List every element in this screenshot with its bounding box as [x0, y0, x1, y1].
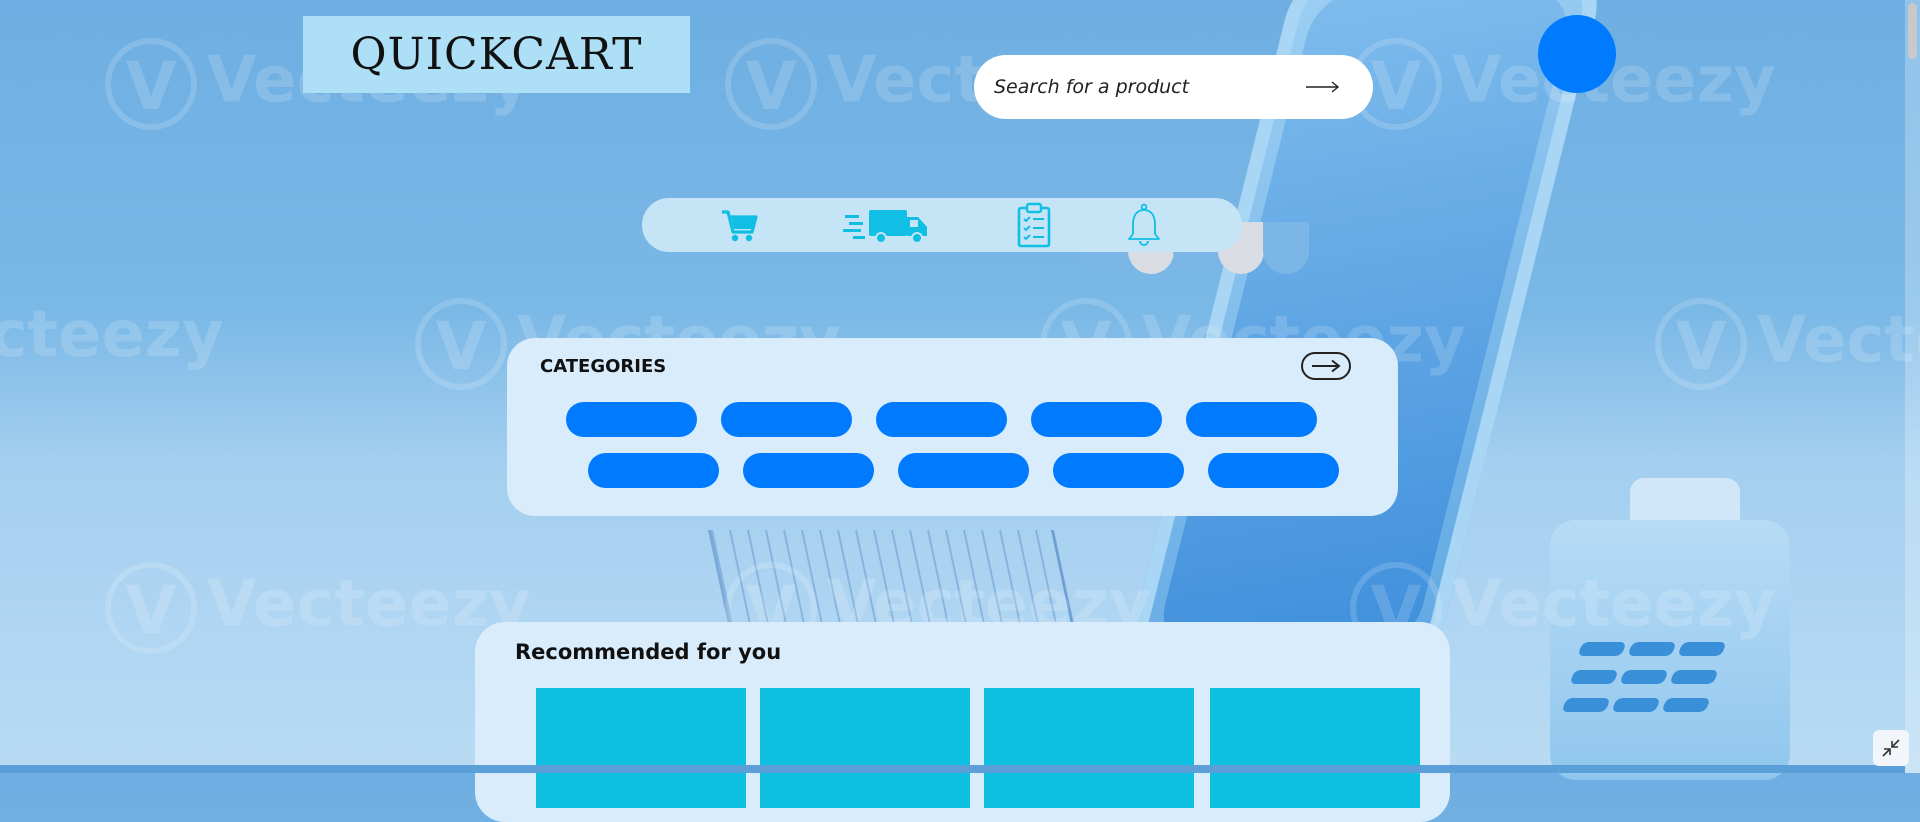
- search-submit-button[interactable]: [1293, 67, 1353, 107]
- recommended-title: Recommended for you: [515, 640, 782, 664]
- categories-panel: CATEGORIES: [507, 338, 1398, 516]
- arrow-right-icon: [1306, 81, 1340, 93]
- categories-more-button[interactable]: [1301, 352, 1351, 380]
- awning-decoration: [1263, 222, 1309, 274]
- delivery-button[interactable]: [842, 198, 930, 252]
- category-pill[interactable]: [876, 402, 1007, 437]
- scrollbar-thumb[interactable]: [1908, 3, 1917, 59]
- watermark: VVecteezy: [1655, 298, 1920, 390]
- delivery-truck-icon: [843, 210, 927, 244]
- collapse-button[interactable]: [1873, 730, 1909, 766]
- bell-icon: [1128, 203, 1160, 246]
- quick-nav-bar: [642, 198, 1242, 252]
- category-pill[interactable]: [1208, 453, 1339, 488]
- orders-button[interactable]: [1014, 198, 1054, 252]
- logo[interactable]: QUICKCART: [303, 16, 690, 93]
- category-pill[interactable]: [566, 402, 697, 437]
- vertical-scrollbar[interactable]: [1905, 0, 1920, 773]
- category-pill[interactable]: [743, 453, 874, 488]
- cash-register-illustration: [1550, 520, 1790, 780]
- watermark: Vecteezy: [0, 298, 224, 372]
- category-pill[interactable]: [721, 402, 852, 437]
- product-card[interactable]: [984, 688, 1194, 808]
- notifications-button[interactable]: [1124, 198, 1164, 252]
- logo-text: QUICKCART: [350, 29, 643, 80]
- category-pill[interactable]: [1053, 453, 1184, 488]
- categories-title: CATEGORIES: [540, 356, 667, 377]
- avatar[interactable]: [1538, 15, 1616, 93]
- receipt-illustration: [1630, 478, 1740, 558]
- category-pill[interactable]: [1186, 402, 1317, 437]
- cart-button[interactable]: [716, 198, 762, 252]
- product-card[interactable]: [760, 688, 970, 808]
- collapse-icon: [1882, 739, 1900, 757]
- product-card[interactable]: [536, 688, 746, 808]
- clipboard-checklist-icon: [1017, 202, 1051, 248]
- category-pill[interactable]: [588, 453, 719, 488]
- arrow-right-icon: [1312, 359, 1341, 373]
- recommended-panel: Recommended for you: [475, 622, 1450, 822]
- cart-icon: [722, 210, 758, 242]
- category-pill[interactable]: [1031, 402, 1162, 437]
- horizontal-scrollbar[interactable]: [0, 765, 1905, 773]
- category-pill[interactable]: [898, 453, 1029, 488]
- search-bar: [974, 55, 1373, 119]
- product-card[interactable]: [1210, 688, 1420, 808]
- watermark: VVecteezy: [105, 562, 531, 654]
- search-input[interactable]: [992, 75, 1293, 99]
